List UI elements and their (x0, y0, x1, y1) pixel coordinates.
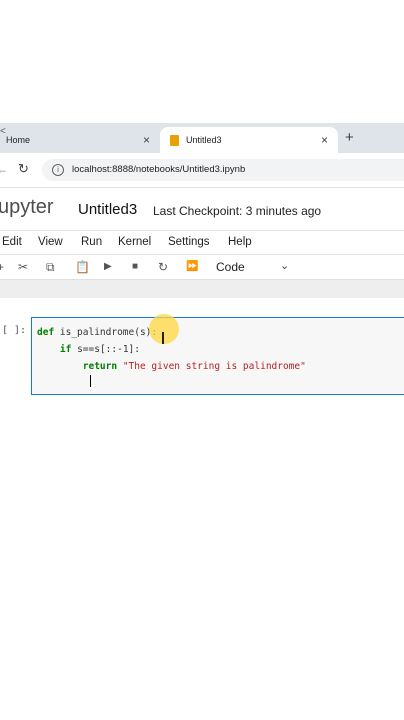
paste-icon[interactable]: 📋 (75, 260, 90, 274)
code-keyword-return: return (82, 361, 118, 372)
cell-type-select[interactable]: Code (216, 260, 245, 274)
tab-untitled3-label: Untitled3 (186, 135, 222, 145)
mouse-highlight (149, 314, 179, 344)
cell-prompt: [ ]: (2, 325, 27, 336)
run-icon[interactable]: ▶ (104, 260, 112, 274)
tab-home-label: Home (6, 135, 31, 145)
menu-bar: Edit View Run Kernel Settings Help (0, 230, 404, 255)
text-caret (90, 375, 91, 387)
notebook-toolbar: + ✂ ⧉ 📋 ▶ ■ ↻ ⏩ Code ⌄ (0, 254, 404, 280)
tab-untitled3[interactable]: Untitled3 × (160, 127, 338, 153)
tab-untitled3-close-icon[interactable]: × (321, 133, 328, 147)
tab-strip: < Home × Untitled3 × + (0, 123, 404, 153)
code-cell[interactable]: def is_palindrome(s): if s==s[::-1]: ret… (31, 317, 404, 395)
code-line2: s==s[::-1]: (71, 344, 140, 355)
notebook-title[interactable]: Untitled3 (78, 201, 137, 218)
site-info-icon[interactable]: i (52, 164, 64, 176)
url-text: localhost:8888/notebooks/Untitled3.ipynb (72, 164, 246, 175)
notebook-favicon-icon (170, 134, 179, 146)
code-keyword-def: def (37, 327, 55, 338)
code-line1: is_palindrome(s): (54, 327, 158, 338)
tab-home-close-icon[interactable]: × (143, 133, 150, 147)
stop-icon[interactable]: ■ (132, 260, 138, 274)
menu-settings[interactable]: Settings (168, 236, 210, 248)
copy-icon[interactable]: ⧉ (46, 260, 55, 274)
menu-edit[interactable]: Edit (2, 236, 22, 248)
jupyter-header: upyter Untitled3 Last Checkpoint: 3 minu… (0, 188, 404, 230)
insert-cell-icon[interactable]: + (0, 260, 4, 274)
menu-run[interactable]: Run (81, 236, 102, 248)
code-keyword-if: if (59, 344, 72, 355)
notebook-area: [ ]: def is_palindrome(s): if s==s[::-1]… (0, 280, 404, 598)
code-string: "The given string is palindrome" (122, 361, 306, 372)
new-tab-icon[interactable]: + (345, 129, 354, 146)
text-cursor-icon (162, 332, 164, 344)
menu-kernel[interactable]: Kernel (118, 236, 151, 248)
back-arrow-icon[interactable]: ← (0, 162, 8, 176)
menu-help[interactable]: Help (228, 236, 252, 248)
fast-forward-icon[interactable]: ⏩ (186, 260, 198, 274)
menu-view[interactable]: View (38, 236, 63, 248)
address-row: ← ↻ i localhost:8888/notebooks/Untitled3… (0, 153, 404, 188)
chevron-down-icon[interactable]: ⌄ (280, 259, 289, 272)
browser-window: < Home × Untitled3 × + ← ↻ i localhost:8… (0, 123, 404, 598)
checkpoint-status: Last Checkpoint: 3 minutes ago (153, 204, 322, 218)
cut-icon[interactable]: ✂ (18, 260, 28, 274)
restart-icon[interactable]: ↻ (158, 260, 168, 274)
reload-icon[interactable]: ↻ (18, 161, 29, 177)
tab-home[interactable]: Home × (0, 127, 160, 153)
notebook-top-strip (0, 280, 404, 298)
jupyter-logo[interactable]: upyter (0, 196, 54, 219)
address-bar[interactable]: i localhost:8888/notebooks/Untitled3.ipy… (42, 159, 404, 181)
